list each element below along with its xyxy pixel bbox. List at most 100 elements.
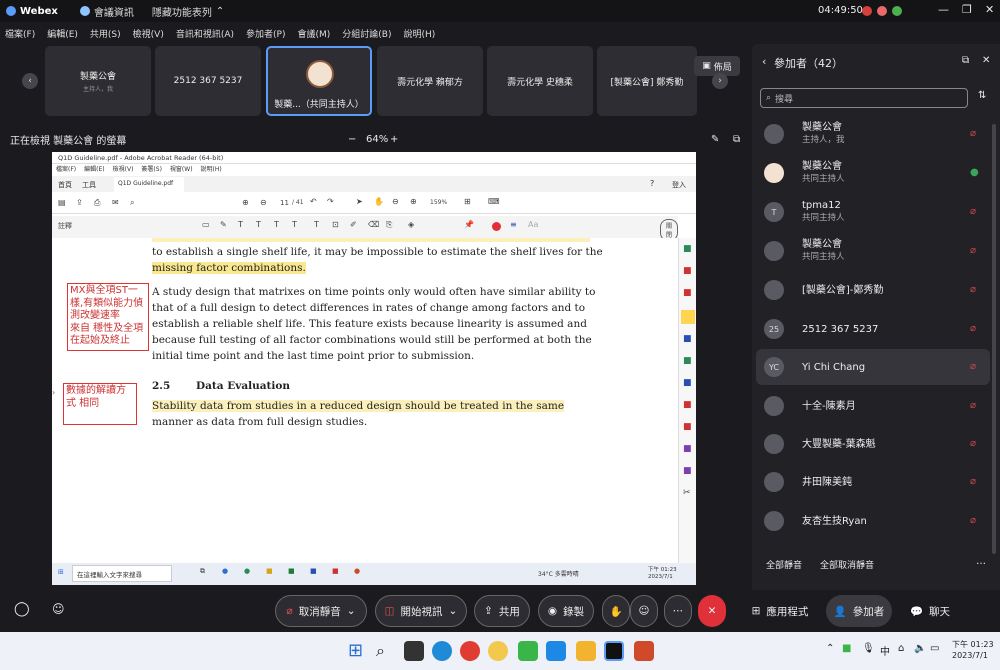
taskview-icon[interactable]: ⧉	[200, 567, 205, 576]
next-page-icon[interactable]: ⊖	[260, 198, 267, 207]
zoom-dropdown[interactable]: 159%	[430, 199, 447, 206]
meeting-info-button[interactable]: 會議資訊	[79, 4, 134, 19]
share-button[interactable]: ⇪ 共用	[474, 595, 530, 627]
pen-icon[interactable]: ✎	[220, 220, 227, 229]
acrobat-icon[interactable]: ■	[332, 567, 339, 575]
unmute-button[interactable]: ⌀ 取消靜音 ⌄	[275, 595, 367, 627]
comment-tool-icon[interactable]	[681, 310, 695, 324]
comment-icon[interactable]: ▭	[202, 220, 210, 229]
prev-page-icon[interactable]: ⊕	[242, 198, 249, 207]
fit-icon[interactable]: ⊞	[464, 197, 471, 206]
popout-icon[interactable]: ⧉	[733, 134, 740, 145]
more-options-button[interactable]: ⋯	[664, 595, 692, 627]
muted-mic-icon[interactable]: ⌀	[970, 400, 978, 412]
ime-indicator[interactable]: 中	[880, 643, 890, 658]
volume-icon[interactable]: 🔈	[914, 643, 926, 654]
battery-icon[interactable]: ▭	[930, 643, 939, 654]
menu-help[interactable]: 說明(H)	[404, 27, 436, 40]
eraser-icon[interactable]: ⌫	[368, 220, 379, 229]
more-icon[interactable]: …	[976, 556, 986, 567]
tool-icon[interactable]: ■	[683, 288, 692, 298]
tool-icon[interactable]: ■	[683, 444, 692, 454]
strip-prev-button[interactable]: ‹	[22, 73, 38, 89]
tool-icon[interactable]: ■	[683, 400, 692, 410]
taskview-icon[interactable]	[404, 641, 424, 661]
excel-icon[interactable]: ■	[288, 567, 295, 575]
acrobat-menu-item[interactable]: 檢視(V)	[113, 164, 134, 174]
explorer-icon[interactable]	[576, 641, 596, 661]
participant-row[interactable]: 製藥公會 共同主持人 ●	[756, 155, 990, 191]
muted-mic-icon[interactable]: ⌀	[970, 438, 978, 450]
participant-row[interactable]: 製藥公會 共同主持人 ⌀	[756, 233, 990, 269]
tool-icon[interactable]: ✂	[683, 488, 691, 498]
scrollbar[interactable]	[992, 124, 996, 554]
mail-icon[interactable]: ✉	[112, 198, 119, 207]
sort-icon[interactable]: ⇅	[978, 90, 986, 101]
muted-mic-icon[interactable]: ⌀	[970, 515, 978, 527]
select-icon[interactable]: ➤	[356, 197, 363, 206]
menu-breakout[interactable]: 分組討論(B)	[342, 27, 391, 40]
folder-icon[interactable]: ■	[266, 567, 273, 575]
participants-button[interactable]: 👤 參加者	[826, 595, 892, 627]
text-icon[interactable]: T	[238, 220, 243, 229]
webex-taskbar-icon[interactable]	[604, 641, 624, 661]
menu-edit[interactable]: 編輯(E)	[47, 27, 78, 40]
print-icon[interactable]: ⎙	[94, 198, 100, 208]
tool-icon[interactable]: ■	[683, 378, 692, 388]
participant-row[interactable]: 友杏生技Ryan ⌀	[756, 503, 990, 539]
collapse-icon[interactable]: ‹	[762, 55, 766, 68]
hand-icon[interactable]: ✋	[374, 197, 384, 206]
menu-meeting[interactable]: 會議(M)	[298, 27, 331, 40]
unmute-all-button[interactable]: 全部取消靜音	[820, 558, 874, 571]
video-tile[interactable]: 壽元化學 賴郁方	[377, 46, 483, 116]
strike-icon[interactable]: T	[256, 220, 261, 229]
popout-panel-icon[interactable]: ⧉	[962, 55, 969, 66]
tool-icon[interactable]: ■	[683, 244, 692, 254]
participant-row[interactable]: 大豐製藥-葉森魁 ⌀	[756, 426, 990, 462]
chrome-profile-icon[interactable]	[488, 641, 508, 661]
line-width-icon[interactable]: ≡	[510, 220, 517, 229]
tool-icon[interactable]: ■	[683, 422, 692, 432]
login-button[interactable]: 登入	[672, 180, 686, 190]
acrobat-menu-item[interactable]: 簽署(S)	[141, 164, 162, 174]
callout-icon[interactable]: ⊡	[332, 220, 339, 229]
activity-icon[interactable]: ◯	[14, 601, 30, 617]
annotation-note[interactable]: MX與全項ST一 樣,有類似能力偵 測改變速率 來自 穩性及全項 在起始及終止	[67, 283, 149, 351]
mute-all-button[interactable]: 全部靜音	[766, 558, 802, 571]
minimize-icon[interactable]: —	[938, 3, 949, 16]
tool-icon[interactable]: ■	[683, 466, 692, 476]
insert-text-icon[interactable]: T	[292, 220, 297, 229]
zoom-out-button[interactable]: −	[348, 134, 356, 145]
participant-row[interactable]: Ttpma12 共同主持人 ⌀	[756, 194, 990, 230]
hide-menu-button[interactable]: 隱藏功能表列 ⌃	[152, 4, 224, 19]
line-icon[interactable]	[518, 641, 538, 661]
annotate-icon[interactable]: ✎	[711, 134, 719, 145]
zoom-in-button[interactable]: +	[390, 134, 398, 145]
save-icon[interactable]: ▤	[58, 198, 66, 207]
video-tile[interactable]: 製藥公會 主持人，我	[45, 46, 151, 116]
tray-line-icon[interactable]: ■	[842, 643, 851, 654]
textbox-icon[interactable]: T	[314, 220, 319, 229]
tool-icon[interactable]: ■	[683, 356, 692, 366]
tab-home[interactable]: 首頁	[58, 180, 72, 190]
strip-next-button[interactable]: ›	[712, 73, 728, 89]
video-tile[interactable]: 2512 367 5237	[155, 46, 261, 116]
menu-audio-video[interactable]: 音訊和視訊(A)	[176, 27, 234, 40]
tray-chevron-icon[interactable]: ⌃	[826, 643, 834, 654]
tab-document[interactable]: Q1D Guideline.pdf	[114, 177, 184, 192]
participant-row[interactable]: [製藥公會]-鄭秀勤 ⌀	[756, 272, 990, 308]
menu-participants[interactable]: 參加者(P)	[246, 27, 285, 40]
app-icon[interactable]	[546, 641, 566, 661]
apps-button[interactable]: ⊞ 應用程式	[744, 595, 816, 627]
reactions-icon[interactable]: ☺	[52, 602, 65, 616]
muted-mic-icon[interactable]: ⌀	[970, 206, 978, 218]
muted-mic-icon[interactable]: ⌀	[970, 323, 978, 335]
close-panel-icon[interactable]: ✕	[982, 55, 990, 66]
search-icon[interactable]: ⌕	[130, 198, 134, 208]
attach-icon[interactable]: ⎘	[386, 220, 392, 230]
participant-row[interactable]: 井田陳美鈍 ⌀	[756, 464, 990, 500]
muted-mic-icon[interactable]: ⌀	[970, 245, 978, 257]
participant-row[interactable]: 製藥公會 主持人，我 ⌀	[756, 116, 990, 152]
help-icon[interactable]: ?	[650, 179, 654, 188]
mic-icon[interactable]: ●	[970, 167, 979, 179]
